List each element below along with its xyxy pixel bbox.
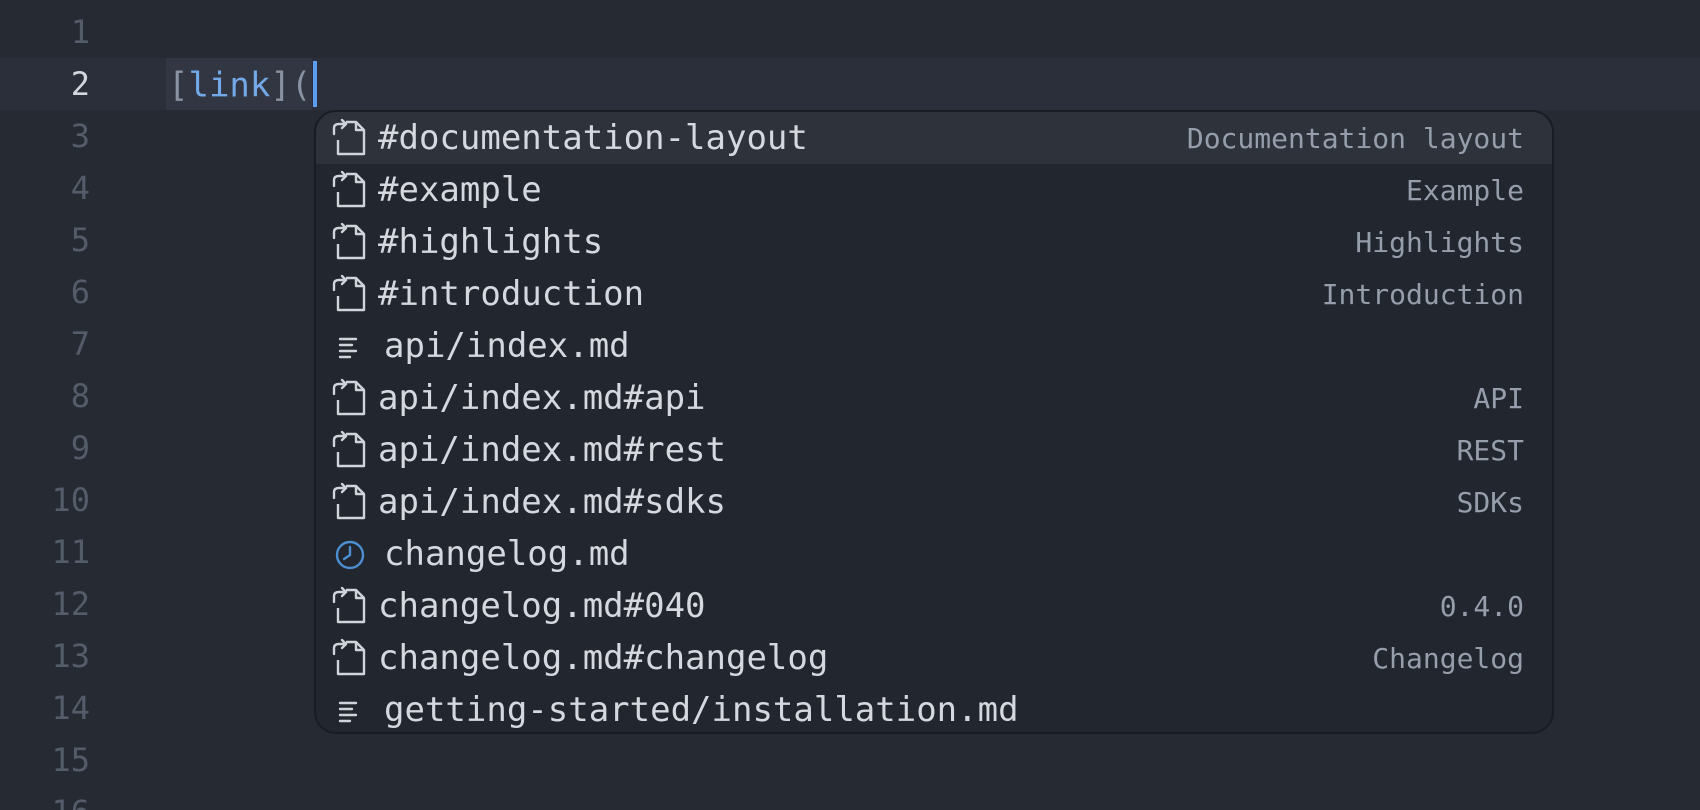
completion-item-detail: API [1473,382,1524,415]
text-file-icon [326,690,370,730]
completion-popup[interactable]: #documentation-layout Documentation layou… [314,110,1554,734]
file-link-icon [326,378,370,418]
line-number: 11 [51,533,90,571]
completion-item-label: #documentation-layout [378,118,808,158]
completion-item[interactable]: api/index.md#api API [316,372,1552,424]
completion-item-label: api/index.md#api [378,378,706,418]
completion-item-detail: Documentation layout [1186,122,1524,155]
line-number: 12 [51,585,90,623]
completion-item-detail: 0.4.0 [1439,590,1524,623]
line-number: 4 [70,169,90,207]
completion-item[interactable]: #documentation-layout Documentation layou… [316,112,1552,164]
completion-item-label: #highlights [378,222,604,262]
line-number: 14 [51,689,90,727]
completion-item-detail: REST [1456,434,1524,467]
code-editor[interactable]: 12[link](345678910111213141516 #document… [0,0,1700,810]
file-link-icon [326,430,370,470]
line-number: 3 [70,117,90,155]
completion-item-label: api/index.md#sdks [378,482,726,522]
completion-item[interactable]: #example Example [316,164,1552,216]
completion-item-detail: Example [1405,174,1524,207]
completion-item-label: api/index.md#rest [378,430,726,470]
line-number: 16 [0,794,90,810]
completion-item-label: getting-started/installation.md [384,690,1019,730]
file-link-icon [326,118,370,158]
line-number: 8 [70,377,90,415]
completion-item-label: #example [378,170,542,210]
text-file-icon [326,326,370,366]
completion-item-label: changelog.md [384,534,630,574]
line-number: 2 [70,65,90,103]
completion-item[interactable]: api/index.md#sdks SDKs [316,476,1552,528]
link-close-bracket: ]( [270,65,312,106]
file-link-icon [326,586,370,626]
completion-item-detail: Highlights [1355,226,1524,259]
line-code[interactable]: [link]( [168,61,318,110]
completion-item[interactable]: #highlights Highlights [316,216,1552,268]
line-number: 7 [70,325,90,363]
completion-item[interactable]: changelog.md#040 0.4.0 [316,580,1552,632]
line-number: 15 [51,741,90,779]
editor-line[interactable]: 1 [0,6,1700,58]
file-link-icon [326,482,370,522]
completion-item-label: changelog.md#040 [378,586,706,626]
editor-line[interactable]: 15 [0,734,1700,786]
completion-item-detail: Changelog [1372,642,1524,675]
completion-item[interactable]: #introduction Introduction [316,268,1552,320]
completion-item[interactable]: api/index.md#rest REST [316,424,1552,476]
completion-item-detail: SDKs [1456,486,1524,519]
completion-item[interactable]: changelog.md#changelog Changelog [316,632,1552,684]
completion-item-label: changelog.md#changelog [378,638,829,678]
completion-item[interactable]: changelog.md [316,528,1552,580]
line-number: 6 [70,273,90,311]
text-cursor [313,61,318,107]
editor-line[interactable]: 2 [link]( [0,58,1700,110]
file-link-icon [326,170,370,210]
link-open-bracket: [ [168,65,189,106]
clock-icon [326,534,370,574]
file-link-icon [326,222,370,262]
completion-item[interactable]: getting-started/installation.md [316,684,1552,732]
completion-item[interactable]: api/index.md [316,320,1552,372]
completion-item-label: api/index.md [384,326,630,366]
line-number: 5 [70,221,90,259]
line-number: 10 [51,481,90,519]
file-link-icon [326,638,370,678]
completion-item-detail: Introduction [1321,278,1524,311]
file-link-icon [326,274,370,314]
line-number: 9 [70,429,90,467]
link-text: link [188,65,271,106]
line-number: 1 [70,13,90,51]
editor-line[interactable]: 16 [0,786,1700,810]
line-number: 13 [51,637,90,675]
completion-item-label: #introduction [378,274,645,314]
